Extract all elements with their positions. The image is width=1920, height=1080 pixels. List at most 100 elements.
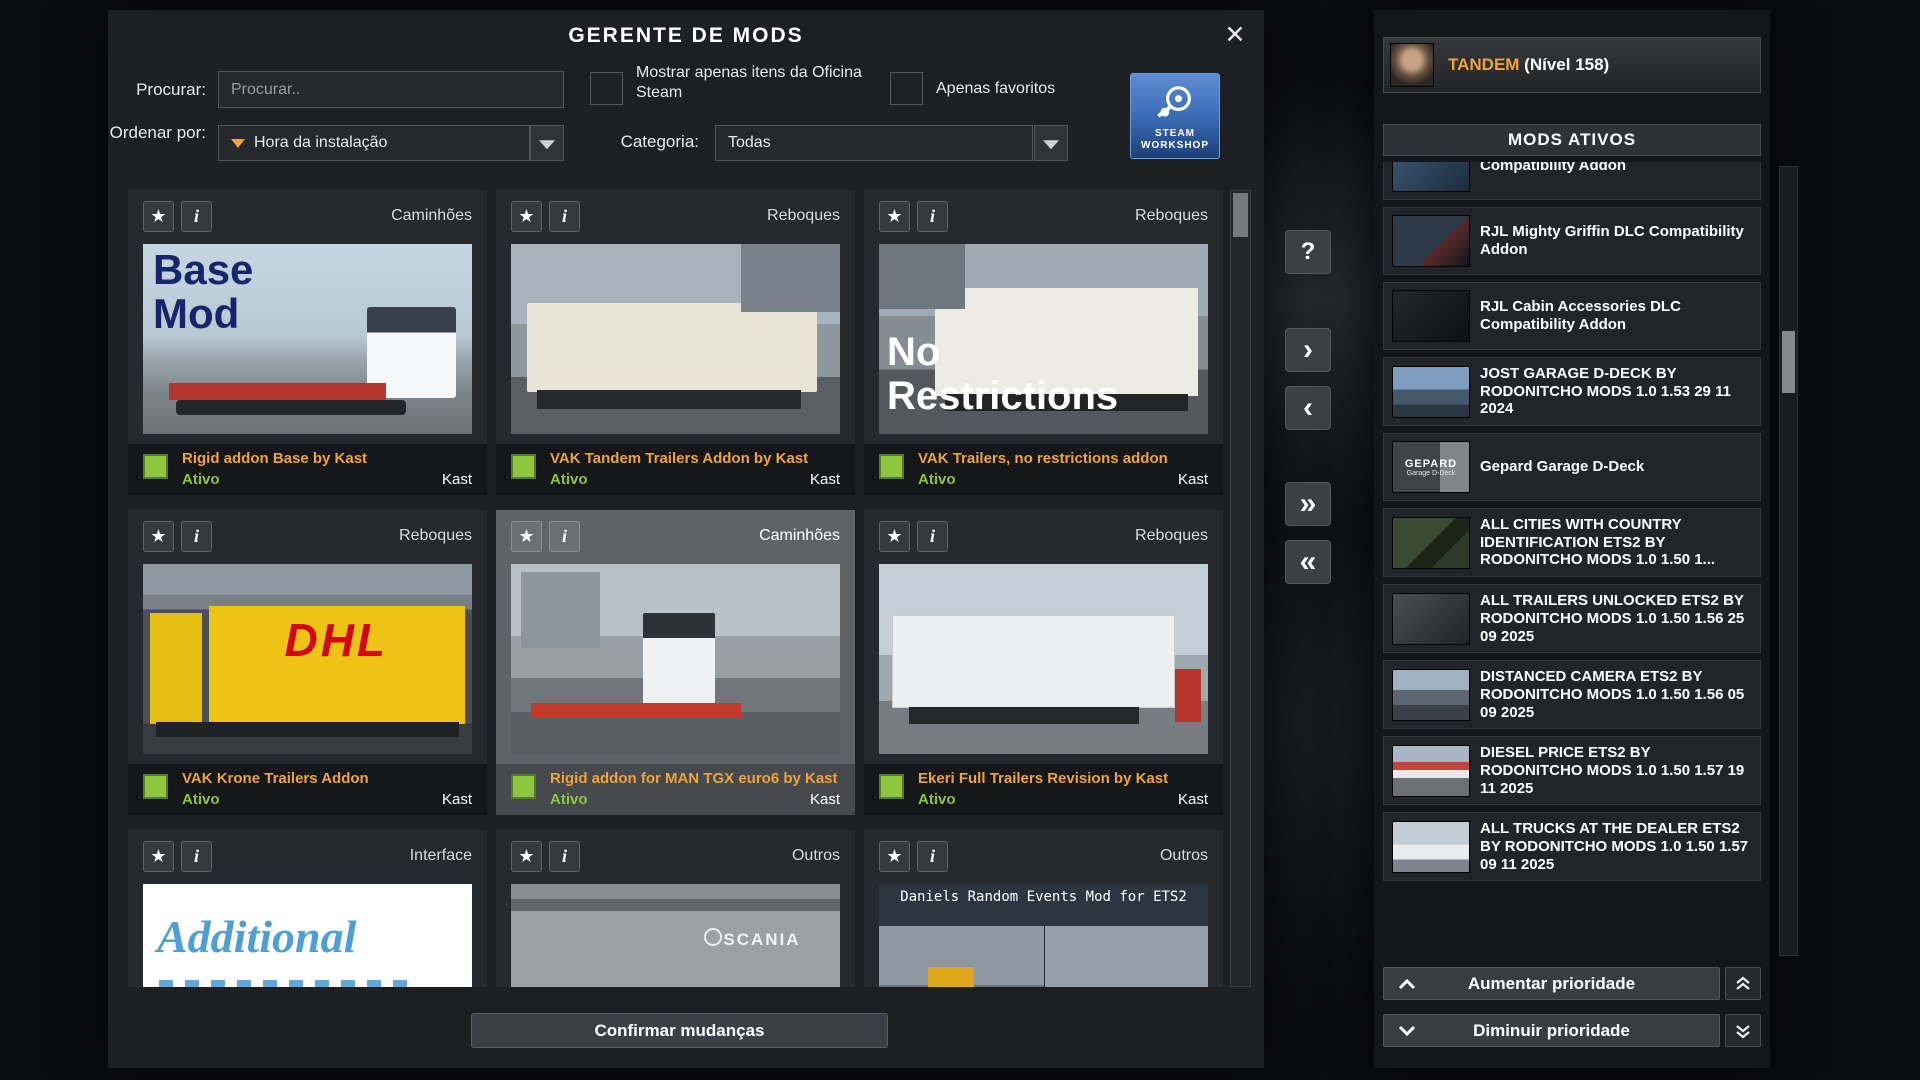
window-title: GERENTE DE MODS <box>108 24 1264 48</box>
mod-card[interactable]: ★i Reboques No Restrictions VAK Trailers, n… <box>864 190 1223 495</box>
mod-thumbnail: GEPARDGarage D-Deck <box>1392 441 1470 493</box>
favorite-star-icon[interactable]: ★ <box>879 841 910 872</box>
steam-workshop-button[interactable]: STEAM WORKSHOP <box>1130 73 1220 159</box>
mod-card[interactable]: ★iReboquesVAK Tandem Trailers Addon by K… <box>496 190 855 495</box>
mod-card-footer: VAK Krone Trailers AddonAtivoKast <box>128 764 487 815</box>
favorite-star-icon[interactable]: ★ <box>879 201 910 232</box>
mod-preview-image: Additional <box>143 884 472 987</box>
active-mod-item[interactable]: DIESEL PRICE ETS2 BY RODONITCHO MODS 1.0… <box>1383 736 1761 805</box>
steam-workshop-checkbox[interactable] <box>590 72 623 105</box>
favorite-star-icon[interactable]: ★ <box>879 521 910 552</box>
mod-thumbnail <box>1392 745 1470 797</box>
info-icon[interactable]: i <box>917 521 948 552</box>
chevron-down-icon <box>1043 140 1059 149</box>
search-input[interactable] <box>218 71 564 108</box>
active-mod-title: DISTANCED CAMERA ETS2 BY RODONITCHO MODS… <box>1480 668 1752 721</box>
panel-scrollbar-thumb[interactable] <box>1782 331 1795 393</box>
mod-author: Kast <box>1178 471 1208 488</box>
mod-preview-image: No Restrictions <box>879 244 1208 434</box>
preview-overlay-text: Additional <box>157 910 356 963</box>
nav-prev-button[interactable]: ‹ <box>1285 386 1331 430</box>
mod-category-label: Interface <box>410 847 472 865</box>
panel-scrollbar[interactable] <box>1779 166 1798 956</box>
active-mod-item[interactable]: Compatibility Addon <box>1383 162 1761 200</box>
mod-card-header: ★iCaminhões <box>128 190 487 244</box>
decrease-priority-button[interactable]: Diminuir prioridade <box>1383 1014 1720 1047</box>
sort-value: Hora da instalação <box>254 134 387 152</box>
active-mod-title: JOST GARAGE D-DECK BY RODONITCHO MODS 1.… <box>1480 365 1752 418</box>
active-indicator <box>879 454 904 479</box>
info-icon[interactable]: i <box>181 201 212 232</box>
active-mod-title: DIESEL PRICE ETS2 BY RODONITCHO MODS 1.0… <box>1480 744 1752 797</box>
mod-card[interactable]: ★iCaminhõesRigid addon for MAN TGX euro6… <box>496 510 855 815</box>
mod-card-footer: VAK Trailers, no restrictions addonAtivo… <box>864 444 1223 495</box>
active-mod-item[interactable]: ALL CITIES WITH COUNTRY IDENTIFICATION E… <box>1383 508 1761 577</box>
mod-thumbnail <box>1392 669 1470 721</box>
profile-name: TANDEM (Nível 158) <box>1448 55 1609 75</box>
favorites-checkbox[interactable] <box>890 72 923 105</box>
thumb-brand-text: GEPARD <box>1405 458 1457 470</box>
nav-first-button[interactable]: « <box>1285 540 1331 584</box>
active-mod-item[interactable]: RJL Cabin Accessories DLC Compatibility … <box>1383 282 1761 350</box>
active-mod-title: Compatibility Addon <box>1480 162 1626 175</box>
increase-priority-button[interactable]: Aumentar prioridade <box>1383 967 1720 1000</box>
active-mod-title: Gepard Garage D-Deck <box>1480 458 1644 476</box>
confirm-changes-button[interactable]: Confirmar mudanças <box>471 1013 888 1048</box>
favorite-star-icon[interactable]: ★ <box>511 841 542 872</box>
nav-help-button[interactable]: ? <box>1285 230 1331 274</box>
chevron-down-icon <box>539 140 555 149</box>
active-mod-item[interactable]: GEPARDGarage D-Deck Gepard Garage D-Deck <box>1383 433 1761 501</box>
mod-card[interactable]: ★iReboquesEkeri Full Trailers Revision b… <box>864 510 1223 815</box>
grid-scrollbar-thumb[interactable] <box>1233 193 1248 237</box>
active-mod-item[interactable]: RJL Mighty Griffin DLC Compatibility Add… <box>1383 207 1761 275</box>
mod-category-label: Reboques <box>1135 207 1208 225</box>
favorite-star-icon[interactable]: ★ <box>143 521 174 552</box>
active-mod-item[interactable]: ALL TRUCKS AT THE DEALER ETS2 BY RODONIT… <box>1383 812 1761 881</box>
mod-card[interactable]: ★iOutrosSCANIA <box>496 830 855 987</box>
info-icon[interactable]: i <box>549 201 580 232</box>
active-mods-header: MODS ATIVOS <box>1383 124 1761 156</box>
mod-title: Rigid addon for MAN TGX euro6 by Kast <box>550 770 841 787</box>
mod-card[interactable]: ★iCaminhõesBase ModRigid addon Base by K… <box>128 190 487 495</box>
favorite-star-icon[interactable]: ★ <box>511 521 542 552</box>
mod-card[interactable]: ★iOutrosDaniels Random Events Mod for ET… <box>864 830 1223 987</box>
mod-status: Ativo <box>918 471 956 488</box>
grid-scrollbar[interactable] <box>1230 190 1251 987</box>
active-indicator <box>143 774 168 799</box>
sort-dropdown[interactable]: Hora da instalação <box>218 125 530 161</box>
move-to-top-button[interactable] <box>1725 967 1761 1000</box>
active-indicator <box>511 774 536 799</box>
info-icon[interactable]: i <box>549 841 580 872</box>
category-dropdown[interactable]: Todas <box>715 125 1033 161</box>
favorite-star-icon[interactable]: ★ <box>143 841 174 872</box>
category-dropdown-button[interactable] <box>1034 125 1068 161</box>
active-mod-item[interactable]: ALL TRAILERS UNLOCKED ETS2 BY RODONITCHO… <box>1383 584 1761 653</box>
mod-status: Ativo <box>550 791 588 808</box>
active-mod-item[interactable]: JOST GARAGE D-DECK BY RODONITCHO MODS 1.… <box>1383 357 1761 426</box>
active-mod-item[interactable]: DISTANCED CAMERA ETS2 BY RODONITCHO MODS… <box>1383 660 1761 729</box>
nav-next-button[interactable]: › <box>1285 328 1331 372</box>
favorites-checkbox-label: Apenas favoritos <box>936 80 1156 98</box>
info-icon[interactable]: i <box>549 521 580 552</box>
increase-priority-label: Aumentar prioridade <box>1468 974 1635 993</box>
move-to-bottom-button[interactable] <box>1725 1014 1761 1047</box>
active-indicator <box>511 454 536 479</box>
mod-card[interactable]: ★i Interface Additional <box>128 830 487 987</box>
favorite-star-icon[interactable]: ★ <box>143 201 174 232</box>
mod-author: Kast <box>442 471 472 488</box>
sort-dropdown-button[interactable] <box>530 125 564 161</box>
preview-overlay-text: SCANIA <box>723 930 800 950</box>
active-mod-title: ALL TRUCKS AT THE DEALER ETS2 BY RODONIT… <box>1480 820 1752 873</box>
info-icon[interactable]: i <box>917 201 948 232</box>
info-icon[interactable]: i <box>917 841 948 872</box>
info-icon[interactable]: i <box>181 521 212 552</box>
close-icon[interactable]: ✕ <box>1218 18 1252 52</box>
profile-row[interactable]: TANDEM (Nível 158) <box>1383 37 1761 93</box>
active-indicator <box>879 774 904 799</box>
info-icon[interactable]: i <box>181 841 212 872</box>
nav-last-button[interactable]: » <box>1285 482 1331 526</box>
avatar <box>1390 43 1434 87</box>
active-indicator <box>143 454 168 479</box>
favorite-star-icon[interactable]: ★ <box>511 201 542 232</box>
mod-card[interactable]: ★iReboquesDHLVAK Krone Trailers AddonAti… <box>128 510 487 815</box>
